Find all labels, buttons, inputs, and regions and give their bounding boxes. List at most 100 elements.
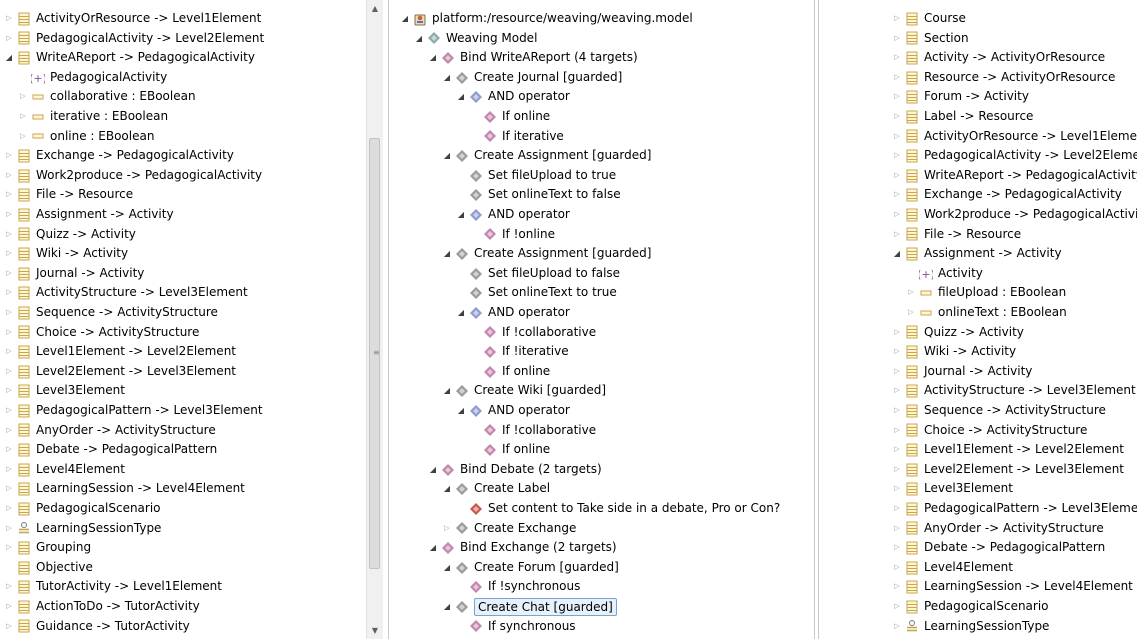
collapsed-arrow-icon[interactable]: ▷: [2, 384, 16, 398]
tree-item[interactable]: ▷ WriteAReport -> PedagogicalActivity: [890, 166, 1137, 186]
collapsed-arrow-icon[interactable]: ▷: [890, 188, 904, 202]
tree-item[interactable]: ▷ AnyOrder -> ActivityStructure: [2, 421, 216, 441]
left-vertical-scrollbar[interactable]: ▲ ≡ ▼: [366, 0, 383, 639]
tree-item[interactable]: ▷ onlineText : EBoolean: [904, 303, 1066, 323]
tree-item[interactable]: ▷ Quizz -> Activity: [890, 323, 1024, 343]
tree-item[interactable]: ◢ Assignment -> Activity: [890, 244, 1062, 264]
tree-item[interactable]: ▷ Choice -> ActivityStructure: [2, 323, 199, 343]
tree-item[interactable]: ◢ Bind Exchange (2 targets): [426, 538, 617, 558]
tree-item[interactable]: ▷ ActionToDo -> TutorActivity: [2, 597, 200, 617]
collapsed-arrow-icon[interactable]: ▷: [890, 208, 904, 222]
collapsed-arrow-icon[interactable]: ▷: [890, 384, 904, 398]
collapsed-arrow-icon[interactable]: ▷: [2, 443, 16, 457]
expanded-arrow-icon[interactable]: ◢: [2, 51, 16, 65]
weaving-model-tree[interactable]: ◢ platform:/resource/weaving/weaving.mod…: [392, 0, 812, 639]
collapsed-arrow-icon[interactable]: ▷: [890, 463, 904, 477]
expanded-arrow-icon[interactable]: ◢: [440, 600, 454, 614]
collapsed-arrow-icon[interactable]: ▷: [890, 482, 904, 496]
collapsed-arrow-icon[interactable]: ▷: [2, 208, 16, 222]
tree-item[interactable]: ◢ Create Assignment [guarded]: [440, 146, 652, 166]
tree-item[interactable]: If !synchronous: [454, 577, 580, 597]
collapsed-arrow-icon[interactable]: ▷: [890, 31, 904, 45]
tree-item[interactable]: ▷ Label -> Resource: [890, 107, 1033, 127]
tree-item[interactable]: Set onlineText to true: [454, 283, 617, 303]
collapsed-arrow-icon[interactable]: ▷: [890, 325, 904, 339]
collapsed-arrow-icon[interactable]: ▷: [890, 149, 904, 163]
tree-item[interactable]: ▷ Resource -> ActivityOrResource: [890, 68, 1115, 88]
tree-item[interactable]: ◢ AND operator: [454, 205, 570, 225]
tree-item[interactable]: ▷ ActivityOrResource -> Level1Element: [2, 9, 261, 29]
tree-item[interactable]: ▷ Work2produce -> PedagogicalActivity: [890, 205, 1137, 225]
tree-item[interactable]: ◢ AND operator: [454, 401, 570, 421]
collapsed-arrow-icon[interactable]: ▷: [890, 51, 904, 65]
tree-item[interactable]: ▷ Forum -> Activity: [890, 87, 1029, 107]
tree-item[interactable]: ◢ AND operator: [454, 303, 570, 323]
target-metamodel-tree[interactable]: ▷ Course ▷ Section ▷ Activity -> ActivityO…: [880, 0, 1137, 639]
tree-item[interactable]: ▷ Level3Element: [2, 381, 125, 401]
tree-item[interactable]: ◢ Create Label: [440, 479, 550, 499]
expanded-arrow-icon[interactable]: ◢: [426, 51, 440, 65]
tree-item[interactable]: ◢ Create Chat [guarded]: [440, 597, 617, 617]
collapsed-arrow-icon[interactable]: ▷: [890, 129, 904, 143]
tree-item[interactable]: ▷ Level1Element -> Level2Element: [890, 440, 1124, 460]
collapsed-arrow-icon[interactable]: ▷: [2, 482, 16, 496]
tree-item[interactable]: ▷ PedagogicalActivity -> Level2Element: [2, 29, 264, 49]
collapsed-arrow-icon[interactable]: ▷: [904, 306, 918, 320]
tree-item[interactable]: ▷ Sequence -> ActivityStructure: [2, 303, 218, 323]
tree-item[interactable]: ▷ Level2Element -> Level3Element: [890, 460, 1124, 480]
tree-item[interactable]: ▷ File -> Resource: [2, 185, 133, 205]
collapsed-arrow-icon[interactable]: ▷: [2, 306, 16, 320]
collapsed-arrow-icon[interactable]: ▷: [2, 404, 16, 418]
collapsed-arrow-icon[interactable]: ▷: [2, 345, 16, 359]
collapsed-arrow-icon[interactable]: ▷: [2, 149, 16, 163]
expanded-arrow-icon[interactable]: ◢: [440, 482, 454, 496]
collapsed-arrow-icon[interactable]: ▷: [16, 129, 30, 143]
collapsed-arrow-icon[interactable]: ▷: [2, 325, 16, 339]
tree-item[interactable]: ▷ online : EBoolean: [16, 127, 154, 147]
tree-item[interactable]: ▷ ActivityOrResource -> Level1Element: [890, 127, 1137, 147]
scroll-down-arrow-icon[interactable]: ▼: [367, 622, 383, 639]
scrollbar-thumb[interactable]: ≡: [369, 138, 380, 569]
collapsed-arrow-icon[interactable]: ▷: [2, 227, 16, 241]
tree-item[interactable]: ▷ PedagogicalActivity -> Level2Element: [890, 146, 1137, 166]
expanded-arrow-icon[interactable]: ◢: [454, 404, 468, 418]
collapsed-arrow-icon[interactable]: ▷: [890, 110, 904, 124]
tree-item[interactable]: Set onlineText to false: [454, 185, 621, 205]
tree-item[interactable]: ▷ Debate -> PedagogicalPattern: [890, 538, 1105, 558]
tree-item[interactable]: ▷ Activity -> ActivityOrResource: [890, 48, 1105, 68]
tree-item[interactable]: Objective: [2, 558, 93, 578]
pane-separator[interactable]: [388, 0, 389, 639]
collapsed-arrow-icon[interactable]: ▷: [2, 521, 16, 535]
tree-item[interactable]: ▷ Section: [890, 29, 969, 49]
tree-item[interactable]: ◢ Create Forum [guarded]: [440, 558, 619, 578]
tree-item[interactable]: ▷ Guidance -> TutorActivity: [2, 617, 190, 637]
tree-item[interactable]: ◢ Create Assignment [guarded]: [440, 244, 652, 264]
tree-item[interactable]: ▷ Journal -> Activity: [2, 264, 144, 284]
tree-item[interactable]: ▷ Journal -> Activity: [890, 362, 1032, 382]
collapsed-arrow-icon[interactable]: ▷: [2, 580, 16, 594]
tree-item[interactable]: ◢ platform:/resource/weaving/weaving.mod…: [398, 9, 693, 29]
collapsed-arrow-icon[interactable]: ▷: [440, 521, 454, 535]
tree-item[interactable]: ▷ Sequence -> ActivityStructure: [890, 401, 1106, 421]
tree-item[interactable]: ▷ Work2produce -> PedagogicalActivity: [2, 166, 262, 186]
collapsed-arrow-icon[interactable]: ▷: [890, 619, 904, 633]
collapsed-arrow-icon[interactable]: ▷: [890, 423, 904, 437]
tree-item[interactable]: ◢ Weaving Model: [412, 29, 537, 49]
tree-item[interactable]: ▷ ActivityStructure -> Level3Element: [890, 381, 1136, 401]
collapsed-arrow-icon[interactable]: ▷: [890, 169, 904, 183]
tree-item[interactable]: If !collaborative: [468, 421, 596, 441]
tree-item[interactable]: ▷ collaborative : EBoolean: [16, 87, 195, 107]
tree-item[interactable]: ▷ Assignment -> Activity: [2, 205, 174, 225]
tree-item[interactable]: ▷ Quizz -> Activity: [2, 225, 136, 245]
tree-item[interactable]: ▷ PedagogicalPattern -> Level3Element: [2, 401, 263, 421]
tree-item[interactable]: (+) Activity: [904, 264, 983, 284]
expanded-arrow-icon[interactable]: ◢: [440, 561, 454, 575]
expanded-arrow-icon[interactable]: ◢: [412, 31, 426, 45]
tree-item[interactable]: If iterative: [468, 127, 564, 147]
collapsed-arrow-icon[interactable]: ▷: [2, 365, 16, 379]
expanded-arrow-icon[interactable]: ◢: [440, 149, 454, 163]
collapsed-arrow-icon[interactable]: ▷: [2, 502, 16, 516]
tree-item[interactable]: ▷ PedagogicalScenario: [890, 597, 1049, 617]
tree-item[interactable]: ◢ Create Journal [guarded]: [440, 68, 622, 88]
expanded-arrow-icon[interactable]: ◢: [398, 12, 412, 26]
